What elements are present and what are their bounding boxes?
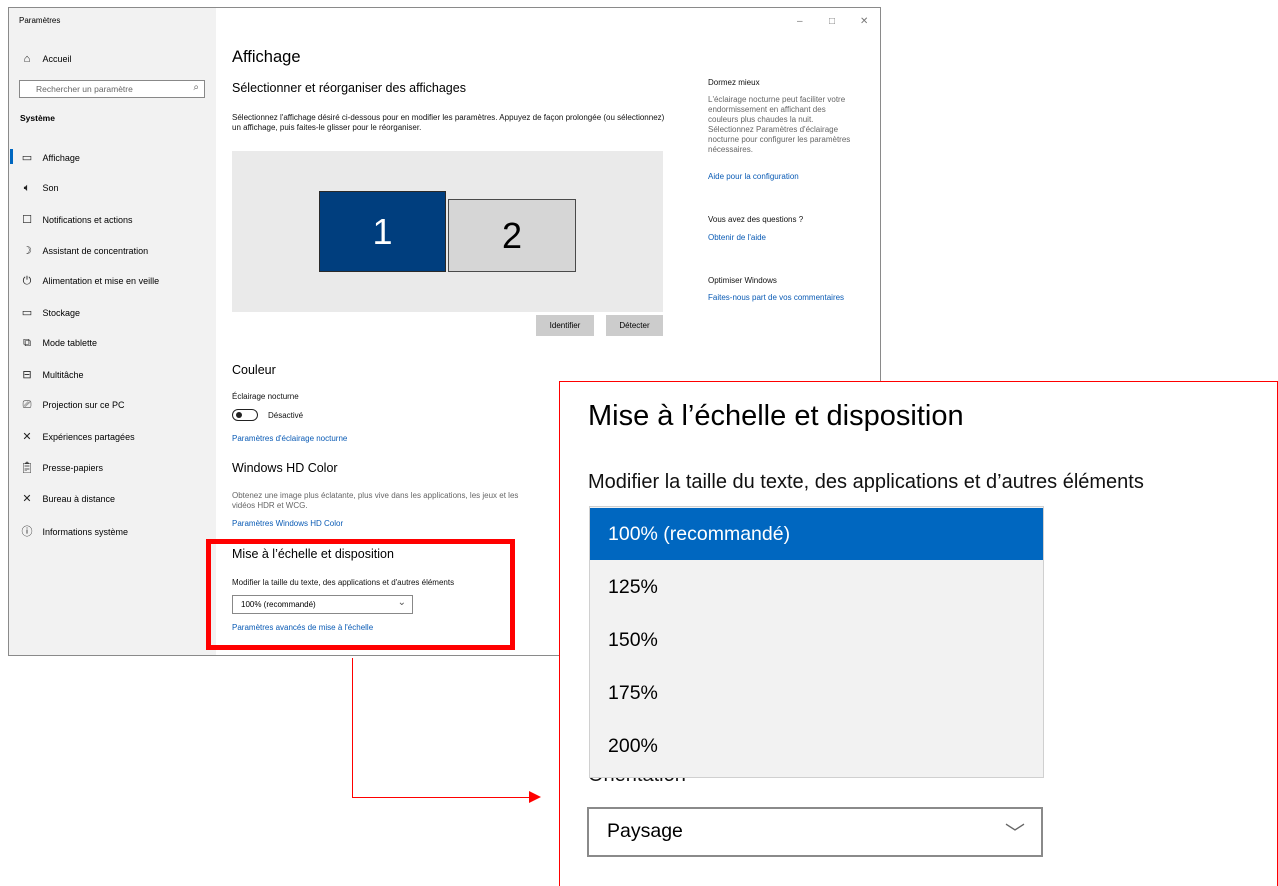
get-help-link[interactable]: Obtenir de l'aide	[708, 233, 766, 242]
section-title: Système	[20, 113, 55, 123]
arrange-heading: Sélectionner et réorganiser des affichag…	[232, 81, 466, 95]
sidebar-item-label: Bureau à distance	[42, 494, 116, 504]
hdr-description: Obtenez une image plus éclatante, plus v…	[232, 491, 519, 510]
sidebar-item-label: Informations système	[42, 527, 129, 537]
page-title: Affichage	[232, 48, 301, 66]
power-icon: ⏻	[22, 275, 32, 287]
sidebar-item-label: Assistant de concentration	[42, 246, 149, 256]
night-light-state: Désactivé	[268, 411, 304, 420]
remote-desktop-icon: ✕	[22, 493, 32, 505]
hdr-heading: Windows HD Color	[232, 461, 338, 475]
chevron-down-icon: ﹀	[1005, 823, 1025, 845]
scale-option-200[interactable]: 200%	[590, 720, 1043, 772]
sidebar-item-label: Notifications et actions	[42, 215, 133, 225]
clipboard-icon: 📋︎	[20, 462, 34, 474]
scale-options-list: 100% (recommandé) 125% 150% 175% 200%	[589, 506, 1044, 778]
notification-icon: ☐	[22, 214, 32, 226]
night-light-settings-link[interactable]: Paramètres d'éclairage nocturne	[232, 434, 347, 443]
scale-option-125[interactable]: 125%	[590, 561, 1043, 613]
selection-indicator	[10, 149, 13, 164]
sidebar-item-son[interactable]: 🔈︎ Son	[20, 182, 59, 195]
connector-line-vertical	[352, 658, 353, 798]
sidebar-item-concentration[interactable]: ☽ Assistant de concentration	[20, 244, 148, 257]
color-heading: Couleur	[232, 363, 276, 377]
sidebar-item-label: Stockage	[42, 308, 81, 318]
sidebar-item-label: Affichage	[42, 153, 80, 163]
scale-option-175[interactable]: 175%	[590, 667, 1043, 719]
night-light-label: Éclairage nocturne	[232, 392, 299, 401]
minimize-button[interactable]: –	[797, 16, 803, 27]
sidebar-item-label: Presse-papiers	[42, 463, 104, 473]
info-icon: ⓘ	[21, 526, 33, 538]
sidebar-item-multitask[interactable]: ⊟ Multitâche	[20, 368, 84, 381]
orientation-value: Paysage	[607, 820, 683, 842]
maximize-button[interactable]: □	[829, 16, 835, 27]
hdr-settings-link[interactable]: Paramètres Windows HD Color	[232, 519, 343, 528]
identify-button[interactable]: Identifier	[536, 315, 594, 336]
projection-icon: ⎚	[22, 399, 32, 411]
sidebar-item-label: Mode tablette	[42, 338, 98, 348]
sidebar-item-label: Projection sur ce PC	[42, 400, 125, 410]
toggle-knob	[236, 412, 242, 418]
sidebar-item-shared[interactable]: ✕ Expériences partagées	[20, 430, 135, 443]
zoom-heading: Mise à l’échelle et disposition	[588, 400, 964, 432]
connector-line-horizontal	[352, 797, 532, 798]
sidebar-item-label: Son	[42, 183, 59, 193]
monitor-1[interactable]: 1	[319, 191, 446, 272]
shared-icon: ✕	[22, 431, 32, 443]
highlight-box	[206, 539, 515, 650]
scale-option-100[interactable]: 100% (recommandé)	[590, 508, 1043, 560]
zoom-panel: Mise à l’échelle et disposition Modifier…	[559, 381, 1278, 886]
sleep-text: L'éclairage nocturne peut faciliter votr…	[708, 95, 851, 154]
sidebar-item-about[interactable]: ⓘ Informations système	[20, 523, 129, 539]
scale-option-150[interactable]: 150%	[590, 614, 1043, 666]
sidebar-item-power[interactable]: ⏻ Alimentation et mise en veille	[20, 275, 159, 288]
arrow-right-icon	[529, 791, 541, 803]
arrange-description: Sélectionnez l'affichage désiré ci-desso…	[232, 113, 665, 132]
sidebar-item-remote[interactable]: ✕ Bureau à distance	[20, 492, 115, 505]
sidebar: Paramètres ⌂ Accueil Rechercher un param…	[9, 8, 216, 655]
sidebar-item-label: Expériences partagées	[42, 432, 135, 442]
sidebar-item-storage[interactable]: ▭ Stockage	[20, 306, 80, 319]
search-placeholder: Rechercher un paramètre	[36, 84, 133, 94]
night-light-toggle[interactable]	[232, 409, 258, 421]
optimize-heading: Optimiser Windows	[708, 276, 777, 285]
search-input[interactable]: Rechercher un paramètre ⌕	[19, 80, 205, 98]
monitor-icon: ▭	[21, 152, 33, 164]
zoom-scale-label: Modifier la taille du texte, des applica…	[588, 471, 1144, 493]
speaker-icon: 🔈︎	[23, 182, 31, 194]
sidebar-item-clipboard[interactable]: 📋︎ Presse-papiers	[20, 461, 103, 474]
detect-button[interactable]: Détecter	[606, 315, 663, 336]
tablet-icon: ⧉	[23, 337, 31, 349]
home-icon: ⌂	[23, 53, 31, 65]
sidebar-item-notifications[interactable]: ☐ Notifications et actions	[20, 213, 133, 226]
sidebar-item-home[interactable]: ⌂ Accueil	[20, 53, 72, 65]
sidebar-item-tablet[interactable]: ⧉ Mode tablette	[20, 337, 97, 350]
orientation-dropdown[interactable]: Paysage ﹀	[587, 807, 1043, 857]
sidebar-item-affichage[interactable]: ▭ Affichage	[20, 151, 80, 164]
setup-help-link[interactable]: Aide pour la configuration	[708, 172, 799, 181]
sidebar-item-label: Alimentation et mise en veille	[42, 276, 160, 286]
storage-icon: ▭	[21, 307, 33, 319]
sidebar-item-projection[interactable]: ⎚ Projection sur ce PC	[20, 399, 125, 412]
sidebar-item-label: Accueil	[42, 54, 72, 64]
questions-heading: Vous avez des questions ?	[708, 215, 804, 224]
window-title: Paramètres	[19, 16, 61, 25]
sidebar-item-label: Multitâche	[42, 370, 84, 380]
search-icon: ⌕	[193, 82, 199, 93]
monitor-2[interactable]: 2	[448, 199, 576, 272]
multitask-icon: ⊟	[22, 369, 32, 381]
close-button[interactable]: ✕	[860, 16, 868, 27]
sleep-heading: Dormez mieux	[708, 78, 760, 87]
moon-icon: ☽	[22, 245, 32, 257]
feedback-link[interactable]: Faites-nous part de vos commentaires	[708, 293, 844, 302]
